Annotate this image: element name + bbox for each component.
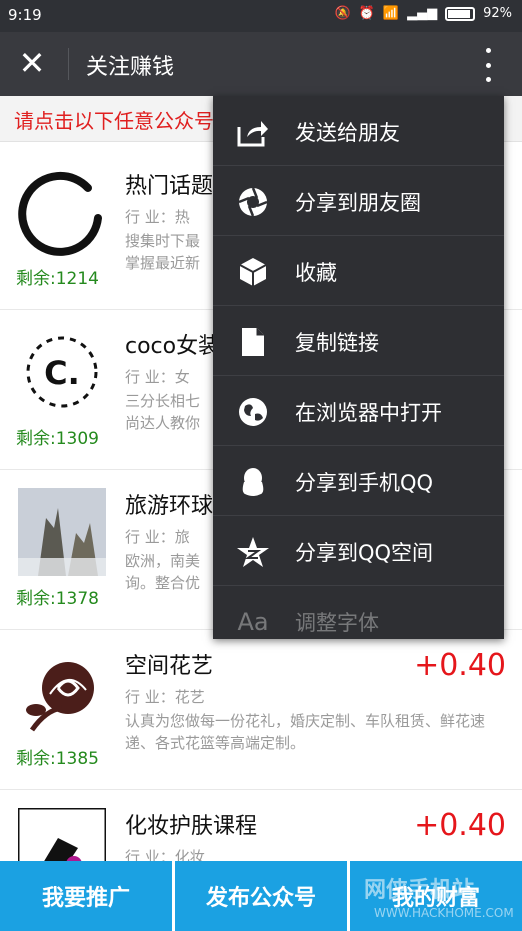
- copy-document-icon: [235, 324, 271, 360]
- menu-label: 在浏览器中打开: [295, 401, 442, 425]
- menu-label: 复制链接: [295, 331, 379, 355]
- menu-label: 调整字体: [295, 611, 379, 635]
- qq-penguin-icon: [235, 464, 271, 500]
- item-industry: 行 业：热: [125, 208, 190, 226]
- menu-label: 收藏: [295, 261, 337, 285]
- item-name: coco女装: [125, 334, 221, 359]
- qzone-star-icon: [235, 534, 271, 570]
- screen: 9:19 🔕 ⏰ 📶 ▂▄▆ 92% ✕ 关注赚钱 请点击以下任意公众号 热门话…: [0, 0, 522, 931]
- globe-icon: [235, 394, 271, 430]
- status-bar: 9:19 🔕 ⏰ 📶 ▂▄▆ 92%: [0, 0, 522, 32]
- more-vertical-icon[interactable]: [480, 48, 496, 82]
- signal-icon: ▂▄▆: [407, 6, 438, 21]
- wifi-icon: 📶: [382, 6, 400, 21]
- menu-item-share-qzone[interactable]: 分享到QQ空间: [213, 516, 504, 586]
- watermark-line1: 网侠手机站: [364, 878, 475, 903]
- item-name: 热门话题: [125, 174, 214, 199]
- item-remaining: 剩余:1309: [16, 429, 99, 449]
- menu-label: 分享到QQ空间: [295, 541, 434, 565]
- menu-label: 分享到手机QQ: [295, 471, 434, 495]
- title-bar: ✕ 关注赚钱: [0, 32, 522, 96]
- status-icons: 🔕 ⏰ 📶 ▂▄▆ 92%: [335, 6, 512, 21]
- menu-item-share-moments[interactable]: 分享到朋友圈: [213, 166, 504, 236]
- item-industry: 行 业：旅: [125, 528, 190, 546]
- menu-item-adjust-font[interactable]: Aa 调整字体: [213, 586, 504, 639]
- menu-item-share-qq[interactable]: 分享到手机QQ: [213, 446, 504, 516]
- menu-item-favorite[interactable]: 收藏: [213, 236, 504, 306]
- watermark: 网侠手机站 WWW.HACKHOME.COM: [350, 862, 520, 928]
- moments-aperture-icon: [235, 184, 271, 220]
- item-name: 化妆护肤课程: [125, 814, 258, 839]
- list-item[interactable]: 空间花艺 +0.40 行 业：花艺 认真为您做每一份花礼，婚庆定制、车队租赁、鲜…: [0, 630, 522, 790]
- item-industry: 行 业：女: [125, 368, 190, 386]
- publish-account-button[interactable]: 发布公众号: [175, 861, 347, 931]
- collodi-logo-text: C.: [44, 354, 80, 392]
- item-name: 旅游环球: [125, 494, 214, 519]
- mountain-landscape-logo: [18, 488, 106, 576]
- cube-favorite-icon: [235, 254, 271, 290]
- item-reward: +0.40: [414, 648, 506, 683]
- menu-item-send-to-friend[interactable]: 发送给朋友: [213, 96, 504, 166]
- battery-level: 92%: [483, 6, 512, 21]
- item-desc: 认真为您做每一份花礼，婚庆定制、车队租赁、鲜花速递、各式花篮等高端定制。: [125, 712, 486, 752]
- font-size-icon: Aa: [237, 608, 269, 636]
- item-name: 空间花艺: [125, 654, 214, 679]
- mute-icon: 🔕: [334, 6, 351, 21]
- menu-item-open-browser[interactable]: 在浏览器中打开: [213, 376, 504, 446]
- share-arrow-icon: [235, 114, 271, 150]
- overflow-menu: 发送给朋友 分享到朋友圈 收藏 复制链接 在浏览器中打开 分享到手机QQ 分享到…: [213, 96, 504, 639]
- item-remaining: 剩余:1378: [16, 589, 99, 609]
- item-reward: +0.40: [414, 808, 506, 843]
- collodi-logo: C.: [18, 328, 106, 416]
- menu-label: 分享到朋友圈: [295, 191, 421, 215]
- item-industry: 行 业：花艺: [125, 688, 205, 706]
- item-remaining: 剩余:1385: [16, 749, 99, 769]
- status-time: 9:19: [8, 6, 42, 24]
- close-icon[interactable]: ✕: [16, 44, 48, 82]
- page-title: 关注赚钱: [86, 55, 175, 80]
- promote-button[interactable]: 我要推广: [0, 861, 172, 931]
- watermark-line2: WWW.HACKHOME.COM: [374, 906, 514, 920]
- title-divider: [68, 48, 69, 80]
- item-remaining: 剩余:1214: [16, 269, 99, 289]
- menu-item-copy-link[interactable]: 复制链接: [213, 306, 504, 376]
- menu-label: 发送给朋友: [295, 121, 400, 145]
- rose-logo: [18, 648, 106, 736]
- battery-icon: [445, 6, 476, 21]
- alarm-icon: ⏰: [358, 6, 375, 21]
- notice-text: 请点击以下任意公众号: [14, 109, 214, 133]
- ink-circle-logo: [18, 168, 106, 256]
